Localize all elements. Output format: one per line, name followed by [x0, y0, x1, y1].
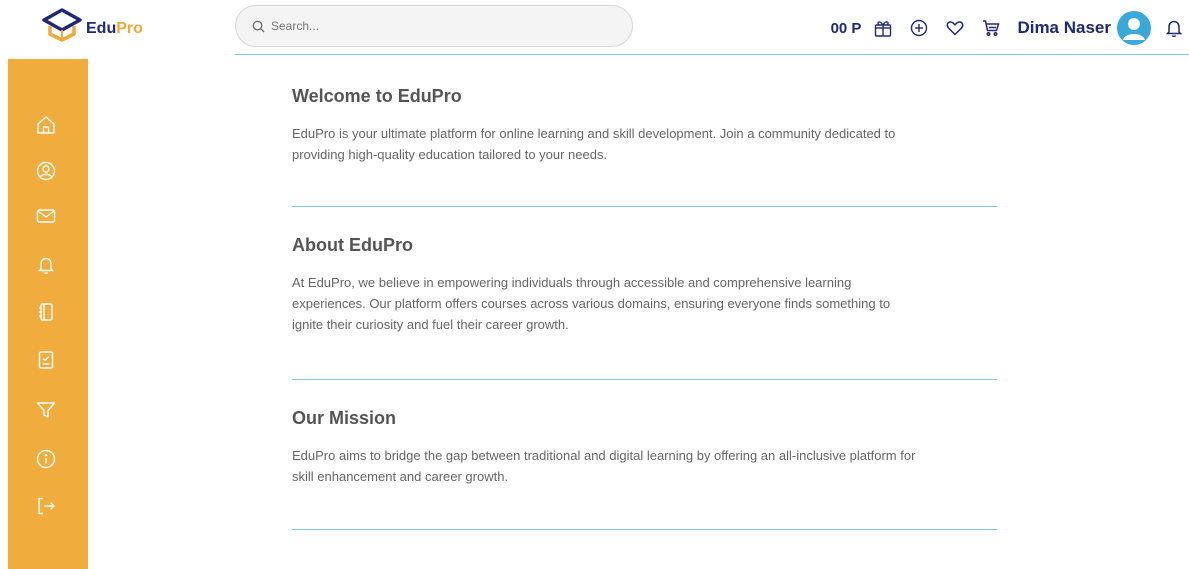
header-divider — [235, 54, 1189, 55]
home-icon[interactable] — [33, 112, 59, 138]
section-body: EduPro is your ultimate platform for onl… — [292, 126, 896, 162]
search-bar[interactable] — [235, 5, 633, 47]
mission-section: Our Mission EduPro aims to bridge the ga… — [292, 408, 997, 487]
search-icon — [252, 20, 265, 32]
search-input[interactable] — [271, 19, 591, 33]
user-name[interactable]: Dima Naser — [1017, 18, 1111, 38]
profile-icon[interactable] — [33, 158, 59, 184]
info-icon[interactable] — [33, 446, 59, 472]
section-title: Welcome to EduPro — [292, 86, 462, 106]
logo-icon — [42, 8, 82, 42]
points-balance: 00 P — [830, 19, 862, 37]
header-tools: 00 P Dima Naser — [831, 10, 1189, 46]
logout-icon[interactable] — [33, 493, 59, 519]
section-body: EduPro aims to bridge the gap between tr… — [292, 448, 916, 484]
section-divider — [292, 529, 997, 530]
section-divider — [292, 206, 997, 207]
notifications-icon[interactable] — [33, 252, 59, 278]
sidebar — [8, 59, 88, 569]
cart-icon[interactable] — [980, 17, 1002, 39]
mail-icon[interactable] — [33, 203, 59, 229]
section-title: Our Mission — [292, 408, 397, 428]
section-body: At EduPro, we believe in empowering indi… — [292, 275, 891, 332]
avatar[interactable] — [1117, 11, 1151, 45]
logo-text: EduPro — [86, 20, 143, 37]
section-divider — [292, 379, 997, 380]
heart-icon[interactable] — [944, 17, 966, 39]
about-section: About EduPro At EduPro, we believe in em… — [292, 235, 997, 335]
bell-icon[interactable] — [1163, 17, 1185, 39]
welcome-section: Welcome to EduPro EduPro is your ultimat… — [292, 86, 997, 165]
tasks-icon[interactable] — [33, 347, 59, 373]
courses-icon[interactable] — [33, 299, 59, 325]
logo[interactable]: EduPro — [40, 6, 143, 42]
filter-icon[interactable] — [33, 397, 59, 423]
section-title: About EduPro — [292, 235, 413, 255]
gift-icon[interactable] — [872, 17, 894, 39]
add-circle-icon[interactable] — [908, 17, 930, 39]
